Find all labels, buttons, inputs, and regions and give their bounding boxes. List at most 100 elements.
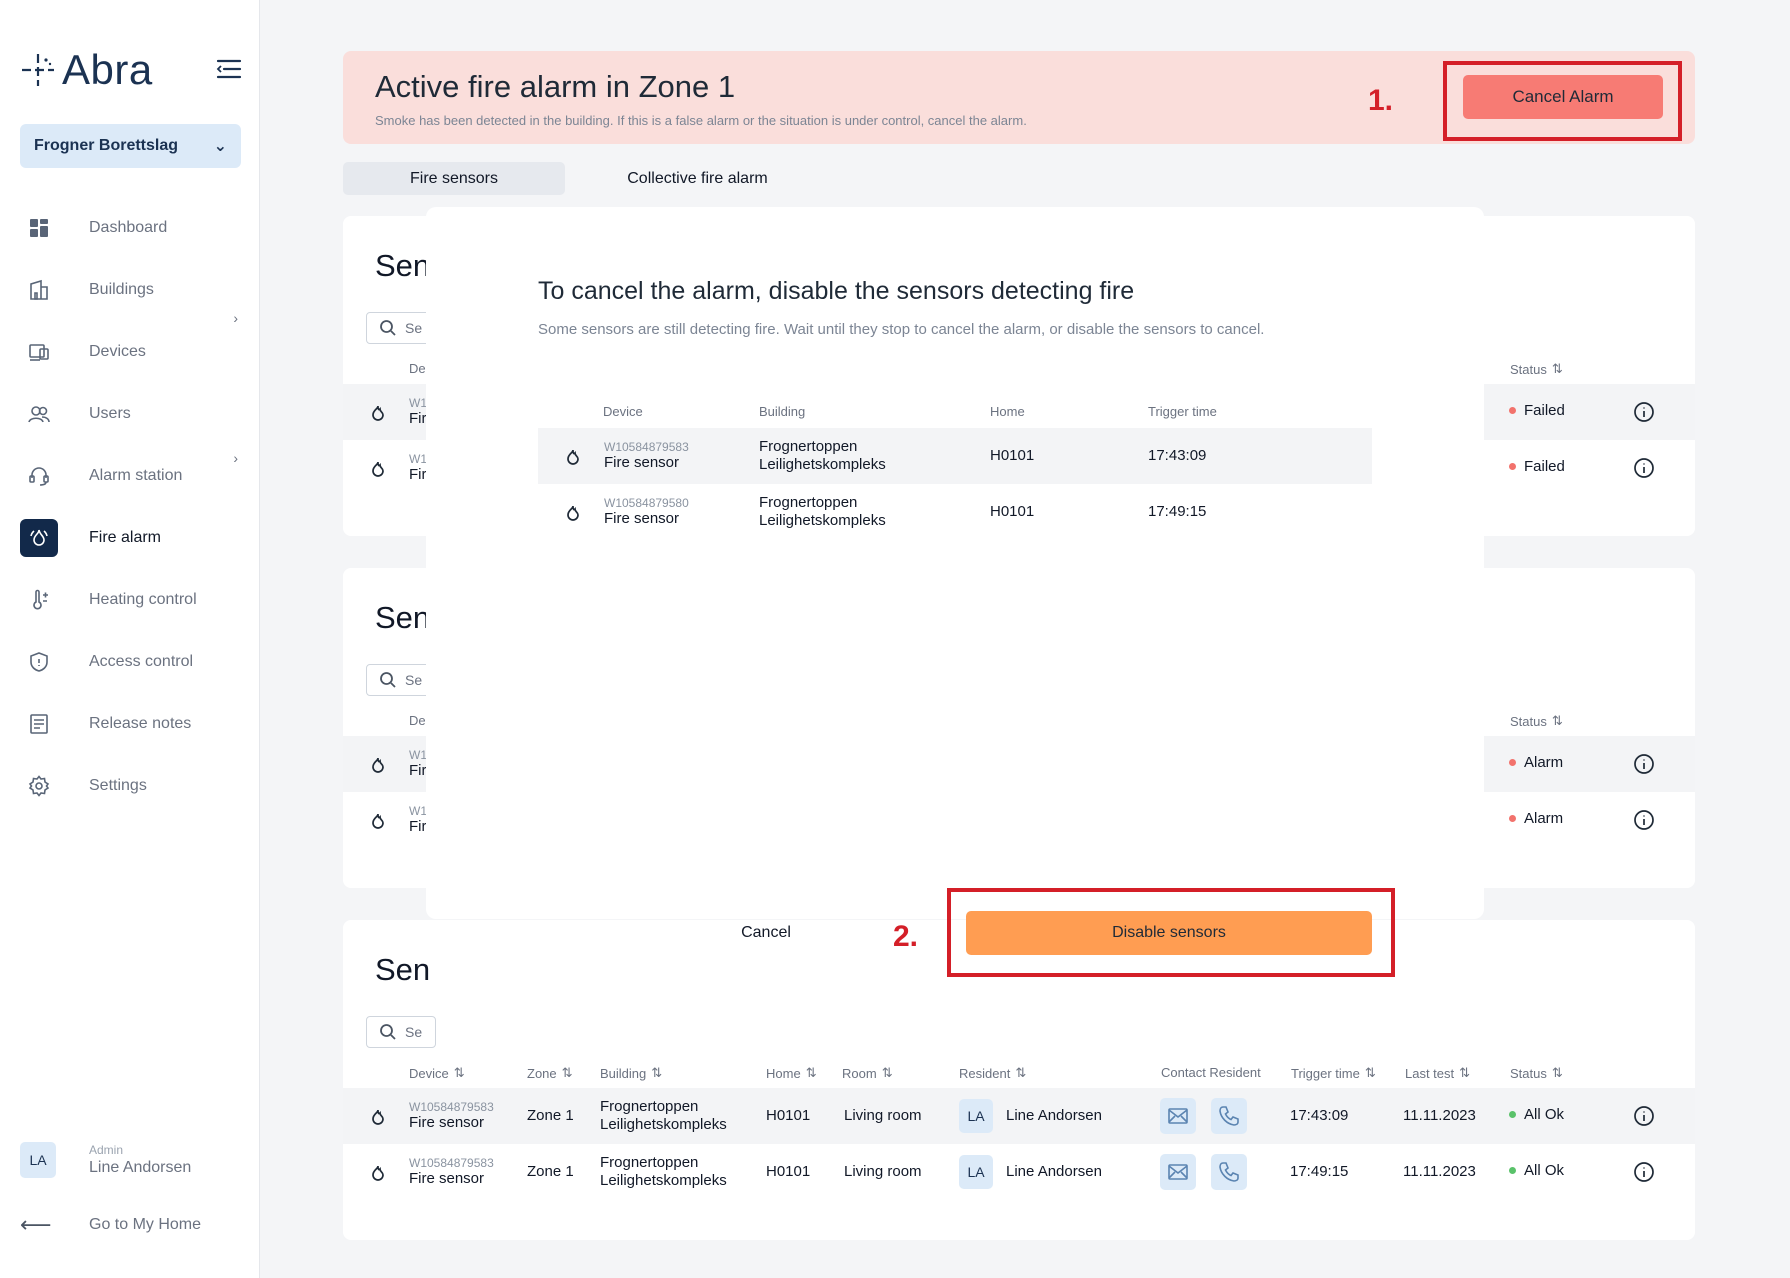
header-label: Status — [1510, 1065, 1547, 1081]
trigger-time-cell: 17:49:15 — [1290, 1163, 1349, 1180]
search-placeholder: Se — [405, 672, 423, 688]
current-user[interactable]: LA Admin Line Andorsen — [20, 1142, 191, 1178]
device-name: Fire sensor — [409, 1170, 485, 1187]
flame-icon — [372, 1165, 384, 1181]
header-label: Trigger time — [1291, 1065, 1360, 1081]
column-header-trigger-time[interactable]: Trigger time ⇅ — [1291, 1065, 1376, 1081]
tab-fire-sensors[interactable]: Fire sensors — [343, 162, 565, 195]
resident-avatar: LA — [959, 1099, 993, 1133]
nav-item-heating-control[interactable]: Heating control — [20, 580, 240, 620]
nav-label: Access control — [89, 653, 194, 670]
info-icon[interactable] — [1633, 457, 1655, 479]
table-row[interactable]: W10584879583 Fire sensor Zone 1 Frognerto… — [343, 1144, 1695, 1200]
column-header-status[interactable]: Status ⇅ — [1510, 1065, 1563, 1081]
room-cell: Living room — [844, 1163, 922, 1180]
info-icon[interactable] — [1633, 401, 1655, 423]
device-name: Fir — [409, 762, 427, 779]
status-dot — [1509, 463, 1516, 470]
logo[interactable]: Abra — [20, 46, 153, 94]
status-dot — [1509, 1167, 1516, 1174]
status-dot — [1509, 815, 1516, 822]
header-label: Device — [409, 1065, 449, 1081]
info-icon[interactable] — [1633, 1161, 1655, 1183]
search-icon — [380, 672, 396, 688]
status-badge: All Ok — [1509, 1106, 1564, 1123]
nav-item-devices[interactable]: Devices — [20, 332, 240, 372]
status-text: Failed — [1524, 402, 1565, 419]
call-resident-button[interactable] — [1211, 1098, 1247, 1134]
status-text: All Ok — [1524, 1162, 1565, 1179]
building-icon — [20, 271, 58, 309]
status-header-label: Status — [1510, 713, 1547, 729]
arrow-left-icon: ⟵ — [20, 1212, 52, 1237]
flame-icon — [372, 813, 384, 829]
device-name: Fire sensor — [409, 1114, 485, 1131]
column-header-last-test[interactable]: Last test ⇅ — [1405, 1065, 1470, 1081]
info-icon[interactable] — [1633, 1105, 1655, 1127]
collapse-menu-icon[interactable] — [216, 58, 242, 80]
card-title: Sen — [375, 952, 431, 987]
nav-item-users[interactable]: Users — [20, 394, 240, 434]
dialog-cancel-button[interactable]: Cancel — [716, 918, 816, 948]
nav-item-fire-alarm[interactable]: Fire alarm — [20, 518, 240, 558]
organization-select[interactable]: Frogner Borettslag ⌄ — [20, 124, 241, 168]
resident-name: Line Andorsen — [1006, 1163, 1102, 1180]
call-resident-button[interactable] — [1211, 1154, 1247, 1190]
column-header-device[interactable]: De — [409, 361, 426, 376]
info-icon[interactable] — [1633, 809, 1655, 831]
nav-item-settings[interactable]: Settings — [20, 766, 240, 806]
banner-subtitle: Smoke has been detected in the building.… — [375, 113, 1027, 128]
phone-icon — [1219, 1162, 1239, 1182]
column-header-zone[interactable]: Zone ⇅ — [527, 1065, 573, 1081]
device-name: Fir — [409, 410, 427, 427]
email-resident-button[interactable] — [1160, 1098, 1196, 1134]
status-header-label: Status — [1510, 361, 1547, 377]
device-name: Fir — [409, 466, 427, 483]
column-header-home: Home — [990, 404, 1025, 419]
chevron-right-icon[interactable]: › — [233, 310, 238, 326]
nav-item-alarm-station[interactable]: Alarm station › — [20, 450, 240, 496]
building-line-1: Frognertoppen — [600, 1154, 699, 1171]
dialog-title: To cancel the alarm, disable the sensors… — [538, 277, 1135, 305]
device-id: W1 — [409, 396, 427, 410]
building-cell: Frognertoppen Leilighetskompleks — [759, 494, 886, 530]
column-header-status[interactable]: Status ⇅ — [1510, 713, 1563, 729]
flame-icon — [372, 461, 384, 477]
column-header-device: Device — [603, 404, 643, 419]
header-label: Zone — [527, 1065, 557, 1081]
card-title: Sen — [375, 600, 431, 635]
info-icon[interactable] — [1633, 753, 1655, 775]
status-dot — [1509, 1111, 1516, 1118]
go-to-my-home-link[interactable]: ⟵ Go to My Home — [20, 1212, 201, 1238]
device-id: W1 — [409, 748, 427, 762]
column-header-home[interactable]: Home ⇅ — [766, 1065, 817, 1081]
table-row[interactable]: W10584879583 Fire sensor Zone 1 Frognerto… — [343, 1088, 1695, 1144]
email-resident-button[interactable] — [1160, 1154, 1196, 1190]
column-header-device[interactable]: Device ⇅ — [409, 1065, 465, 1081]
device-cell: W10584879580 Fire sensor — [604, 496, 689, 527]
nav-label: Alarm station — [89, 467, 183, 484]
search-input[interactable]: Se — [366, 1016, 436, 1048]
device-cell: W1 Fir — [409, 748, 427, 779]
column-header-status[interactable]: Status ⇅ — [1510, 361, 1563, 377]
dialog-subtitle: Some sensors are still detecting fire. W… — [538, 321, 1265, 338]
device-cell: W1 Fir — [409, 452, 427, 483]
tab-collective-fire-alarm[interactable]: Collective fire alarm — [600, 162, 795, 195]
resident-avatar: LA — [959, 1155, 993, 1189]
device-cell: W1 Fir — [409, 804, 427, 835]
chevron-right-icon[interactable]: › — [233, 450, 238, 466]
device-cell: W10584879583 Fire sensor — [409, 1156, 494, 1187]
column-header-resident[interactable]: Resident ⇅ — [959, 1065, 1026, 1081]
column-header-building[interactable]: Building ⇅ — [600, 1065, 662, 1081]
sort-icon: ⇅ — [1015, 1065, 1027, 1080]
nav-item-access-control[interactable]: Access control — [20, 642, 240, 682]
nav-item-dashboard[interactable]: Dashboard — [20, 208, 240, 248]
nav-item-release-notes[interactable]: Release notes — [20, 704, 240, 744]
column-header-room[interactable]: Room ⇅ — [842, 1065, 893, 1081]
device-cell: W10584879583 Fire sensor — [604, 440, 689, 471]
room-cell: Living room — [844, 1107, 922, 1124]
status-badge: Failed — [1509, 402, 1565, 419]
column-header-device[interactable]: De — [409, 713, 426, 728]
sort-icon: ⇅ — [1551, 361, 1563, 376]
nav-item-buildings[interactable]: Buildings › — [20, 270, 240, 326]
